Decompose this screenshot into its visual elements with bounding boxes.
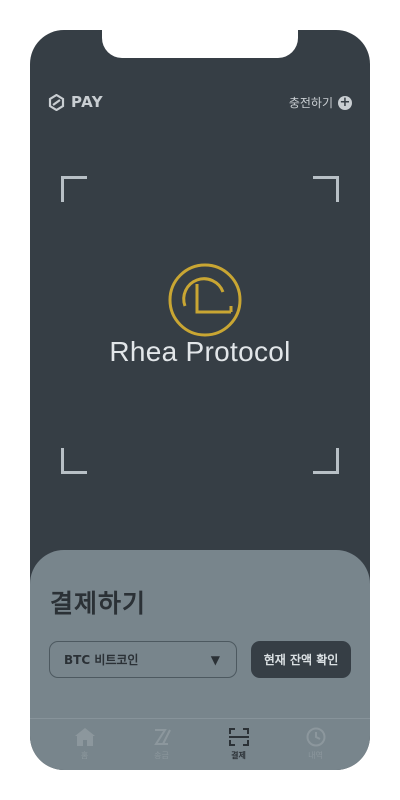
device-notch (102, 30, 298, 58)
home-icon (74, 728, 95, 746)
pay-logo-text: PAY (71, 93, 104, 111)
scanner-corner-top-left (61, 176, 87, 202)
phone-screen: PAY 충전하기 + Rhea Protocol 결제하기 BTC 비트코인 ▼… (30, 30, 370, 770)
clock-icon (306, 727, 325, 747)
tab-label: 송금 (154, 751, 169, 760)
tab-label: 홈 (80, 751, 89, 760)
caret-down-icon: ▼ (210, 652, 220, 667)
scanner-corner-bottom-right (313, 448, 339, 474)
transfer-icon (153, 729, 171, 745)
brand-name: Rhea Protocol (109, 336, 291, 367)
check-balance-button[interactable]: 현재 잔액 확인 (251, 641, 351, 678)
payment-title: 결제하기 (50, 589, 147, 618)
scanner-corner-bottom-left (61, 448, 87, 474)
plus-circle-icon: + (338, 94, 352, 110)
scan-icon (228, 728, 249, 746)
scanner-corner-top-right (313, 176, 339, 202)
bottom-tab-bar: 홈 송금 결제 내역 (30, 718, 370, 770)
coin-select[interactable]: BTC 비트코인 ▼ (49, 641, 237, 678)
rhea-protocol-logo-icon (168, 263, 242, 337)
tab-label: 결제 (231, 751, 246, 760)
tab-home[interactable]: 홈 (55, 719, 115, 770)
tab-payment[interactable]: 결제 (209, 719, 269, 770)
coin-select-value: BTC 비트코인 (64, 653, 139, 667)
tab-label: 내역 (308, 751, 323, 760)
tab-transfer[interactable]: 송금 (132, 719, 192, 770)
pay-logo: PAY (48, 93, 103, 111)
pay-logo-icon (48, 93, 65, 111)
charge-button[interactable]: 충전하기 + (289, 94, 352, 111)
charge-label: 충전하기 (288, 96, 333, 110)
tab-history[interactable]: 내역 (286, 719, 346, 770)
